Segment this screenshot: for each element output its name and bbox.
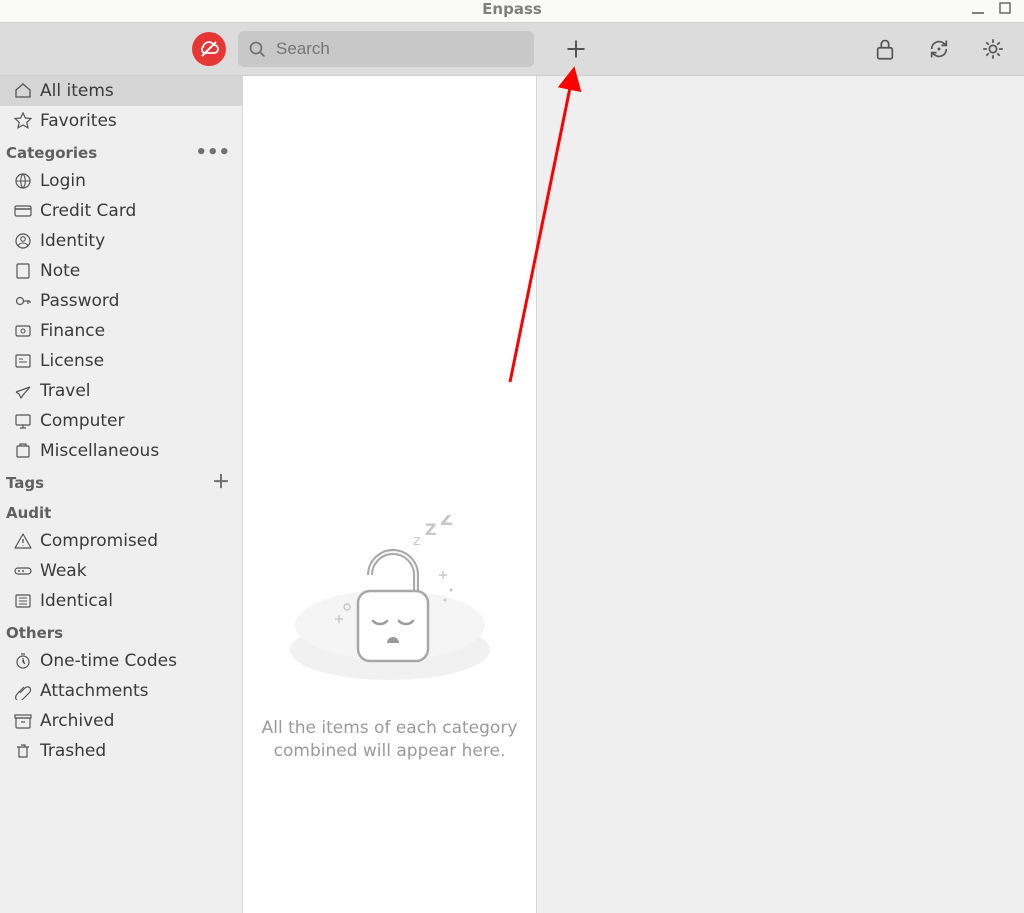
sidebar-item-computer[interactable]: Computer xyxy=(0,406,242,436)
computer-icon xyxy=(14,412,32,430)
add-item-button[interactable] xyxy=(558,31,594,67)
sidebar-item-label: Password xyxy=(40,291,119,311)
titlebar: Enpass xyxy=(0,0,1024,22)
sidebar-item-miscellaneous[interactable]: Miscellaneous xyxy=(0,436,242,466)
sidebar-item-one-time-codes[interactable]: One-time Codes xyxy=(0,646,242,676)
sidebar: All items Favorites Categories ••• Login Cred… xyxy=(0,76,243,913)
cloud-sync-off-badge[interactable] xyxy=(192,32,226,66)
license-icon xyxy=(14,352,32,370)
empty-state-illustration: z Z Z xyxy=(275,515,505,695)
toolbar xyxy=(0,22,1024,76)
sidebar-section-title: Categories xyxy=(6,144,97,162)
svg-text:z: z xyxy=(413,533,420,549)
sidebar-item-label: Note xyxy=(40,261,80,281)
sidebar-item-label: Identity xyxy=(40,231,105,251)
empty-state-text: All the items of each category combined … xyxy=(244,717,536,763)
sidebar-item-label: All items xyxy=(40,81,114,101)
add-tag-button[interactable]: ＋ xyxy=(212,474,230,492)
sidebar-item-credit-card[interactable]: Credit Card xyxy=(0,196,242,226)
sidebar-item-label: Identical xyxy=(40,591,113,611)
sidebar-item-label: License xyxy=(40,351,104,371)
sidebar-section-title: Tags xyxy=(6,474,44,492)
svg-text:Z: Z xyxy=(425,520,437,539)
paperclip-icon xyxy=(14,682,32,700)
item-list-pane: z Z Z All the items of each category xyxy=(243,76,537,913)
finance-icon xyxy=(14,322,32,340)
sync-button[interactable] xyxy=(926,36,952,62)
sidebar-item-label: Computer xyxy=(40,411,125,431)
sidebar-item-label: Compromised xyxy=(40,531,158,551)
search-icon xyxy=(248,40,266,58)
identical-icon xyxy=(14,592,32,610)
timer-icon xyxy=(14,652,32,670)
sidebar-item-note[interactable]: Note xyxy=(0,256,242,286)
sidebar-item-all-items[interactable]: All items xyxy=(0,76,242,106)
sidebar-item-label: Favorites xyxy=(40,111,117,131)
sidebar-item-label: One-time Codes xyxy=(40,651,177,671)
key-icon xyxy=(14,292,32,310)
sidebar-item-password[interactable]: Password xyxy=(0,286,242,316)
maximize-button[interactable] xyxy=(996,0,1016,18)
sidebar-item-label: Login xyxy=(40,171,86,191)
sidebar-section-title: Audit xyxy=(6,504,51,522)
sidebar-item-label: Attachments xyxy=(40,681,149,701)
weak-icon xyxy=(14,562,32,580)
window-title: Enpass xyxy=(482,0,542,18)
sidebar-item-label: Archived xyxy=(40,711,114,731)
sidebar-section-title: Others xyxy=(6,624,63,642)
sidebar-item-favorites[interactable]: Favorites xyxy=(0,106,242,136)
sidebar-item-label: Miscellaneous xyxy=(40,441,159,461)
empty-state-line1: All the items of each category xyxy=(262,718,518,738)
settings-button[interactable] xyxy=(980,36,1006,62)
home-icon xyxy=(14,82,32,100)
empty-state-line2: combined will appear here. xyxy=(274,741,506,761)
trash-icon xyxy=(14,742,32,760)
sidebar-item-label: Travel xyxy=(40,381,91,401)
sidebar-item-label: Credit Card xyxy=(40,201,136,221)
miscellaneous-icon xyxy=(14,442,32,460)
sidebar-item-travel[interactable]: Travel xyxy=(0,376,242,406)
sidebar-item-trashed[interactable]: Trashed xyxy=(0,736,242,766)
sidebar-item-attachments[interactable]: Attachments xyxy=(0,676,242,706)
main-area: All items Favorites Categories ••• Login Cred… xyxy=(0,76,1024,913)
sidebar-item-label: Finance xyxy=(40,321,105,341)
note-icon xyxy=(14,262,32,280)
sidebar-item-license[interactable]: License xyxy=(0,346,242,376)
sidebar-section-tags: Tags ＋ xyxy=(0,466,242,496)
search-input[interactable] xyxy=(274,38,524,60)
detail-pane xyxy=(537,76,1024,913)
sidebar-item-finance[interactable]: Finance xyxy=(0,316,242,346)
identity-icon xyxy=(14,232,32,250)
sidebar-item-login[interactable]: Login xyxy=(0,166,242,196)
sidebar-item-weak[interactable]: Weak xyxy=(0,556,242,586)
minimize-button[interactable] xyxy=(968,0,988,18)
travel-icon xyxy=(14,382,32,400)
archive-icon xyxy=(14,712,32,730)
sidebar-section-others: Others xyxy=(0,616,242,646)
sidebar-section-categories: Categories ••• xyxy=(0,136,242,166)
section-options-button[interactable]: ••• xyxy=(195,144,230,162)
warning-icon xyxy=(14,532,32,550)
credit-card-icon xyxy=(14,202,32,220)
svg-text:Z: Z xyxy=(440,515,453,530)
sidebar-item-compromised[interactable]: Compromised xyxy=(0,526,242,556)
sidebar-item-label: Trashed xyxy=(40,741,106,761)
lock-button[interactable] xyxy=(872,36,898,62)
sidebar-item-identity[interactable]: Identity xyxy=(0,226,242,256)
search-field[interactable] xyxy=(238,31,534,67)
sidebar-section-audit: Audit xyxy=(0,496,242,526)
sidebar-item-identical[interactable]: Identical xyxy=(0,586,242,616)
star-icon xyxy=(14,112,32,130)
sidebar-item-archived[interactable]: Archived xyxy=(0,706,242,736)
sidebar-item-label: Weak xyxy=(40,561,87,581)
globe-icon xyxy=(14,172,32,190)
